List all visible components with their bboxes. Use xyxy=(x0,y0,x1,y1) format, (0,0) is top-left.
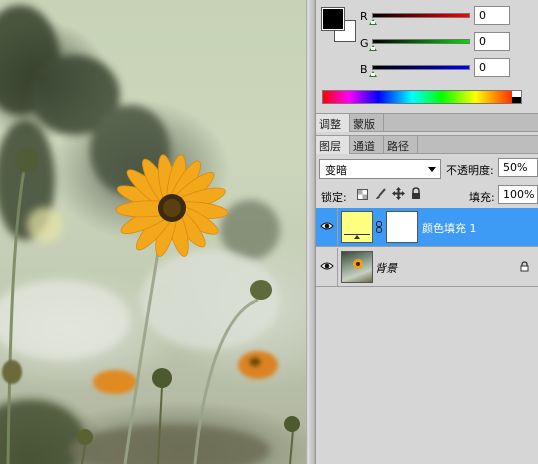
eye-icon xyxy=(320,262,334,270)
green-slider[interactable] xyxy=(372,39,470,44)
lock-transparent-icon[interactable] xyxy=(357,189,368,200)
tab-layers[interactable]: 图层 xyxy=(316,136,350,154)
red-slider-thumb[interactable] xyxy=(369,19,377,25)
opacity-label: 不透明度: xyxy=(446,164,494,177)
foreground-color-swatch[interactable] xyxy=(321,7,345,31)
panel-divider[interactable] xyxy=(306,0,316,464)
right-panel: R 0 G 0 B 0 调整 蒙版 图层 通道 路径 变暗 不透明度: 50% … xyxy=(316,0,538,464)
lock-icon xyxy=(520,261,529,272)
blend-mode-dropdown[interactable]: 变暗 xyxy=(319,159,441,179)
blue-value-input[interactable]: 0 xyxy=(474,58,510,77)
green-slider-thumb[interactable] xyxy=(369,45,377,51)
tab-channels[interactable]: 通道 xyxy=(350,136,384,154)
tab-adjustments[interactable]: 调整 xyxy=(316,114,350,132)
layer-visibility-toggle[interactable] xyxy=(316,208,338,246)
flower-photo xyxy=(0,5,300,464)
blue-slider-thumb[interactable] xyxy=(369,71,377,77)
blend-mode-value: 变暗 xyxy=(325,164,347,177)
black-white-swatch[interactable] xyxy=(512,91,521,103)
fill-label: 填充: xyxy=(469,191,495,204)
green-value-input[interactable]: 0 xyxy=(474,32,510,51)
red-value-input[interactable]: 0 xyxy=(474,6,510,25)
document-canvas[interactable] xyxy=(0,0,306,464)
layers-empty-area[interactable] xyxy=(316,287,538,464)
eye-icon xyxy=(320,222,334,230)
blue-slider[interactable] xyxy=(372,65,470,70)
layer-mask-thumbnail[interactable] xyxy=(386,211,418,243)
color-panel: R 0 G 0 B 0 xyxy=(316,0,538,112)
layer-name[interactable]: 背景 xyxy=(375,260,397,276)
chain-icon[interactable] xyxy=(376,221,382,233)
adjustments-tab-row: 调整 蒙版 xyxy=(316,113,538,132)
layer-thumbnail[interactable] xyxy=(341,251,373,283)
red-slider[interactable] xyxy=(372,13,470,18)
layer-visibility-toggle[interactable] xyxy=(316,248,338,286)
layer-fill-thumbnail[interactable] xyxy=(341,211,373,243)
lock-label: 锁定: xyxy=(321,191,347,204)
layer-name[interactable]: 颜色填充 1 xyxy=(422,220,477,236)
layer-row-color-fill[interactable]: 颜色填充 1 xyxy=(316,208,538,247)
layers-tab-row: 图层 通道 路径 xyxy=(316,135,538,154)
lock-icon[interactable] xyxy=(411,187,421,200)
color-spectrum-ramp[interactable] xyxy=(322,90,522,104)
chevron-down-icon xyxy=(428,167,436,172)
tab-masks[interactable]: 蒙版 xyxy=(350,114,384,132)
layer-row-background[interactable]: 背景 xyxy=(316,248,538,287)
tab-paths[interactable]: 路径 xyxy=(384,136,418,154)
lock-paint-icon[interactable] xyxy=(375,188,387,200)
opacity-input[interactable]: 50% xyxy=(498,158,538,177)
fill-input[interactable]: 100% xyxy=(498,185,538,204)
move-icon[interactable] xyxy=(392,187,405,200)
